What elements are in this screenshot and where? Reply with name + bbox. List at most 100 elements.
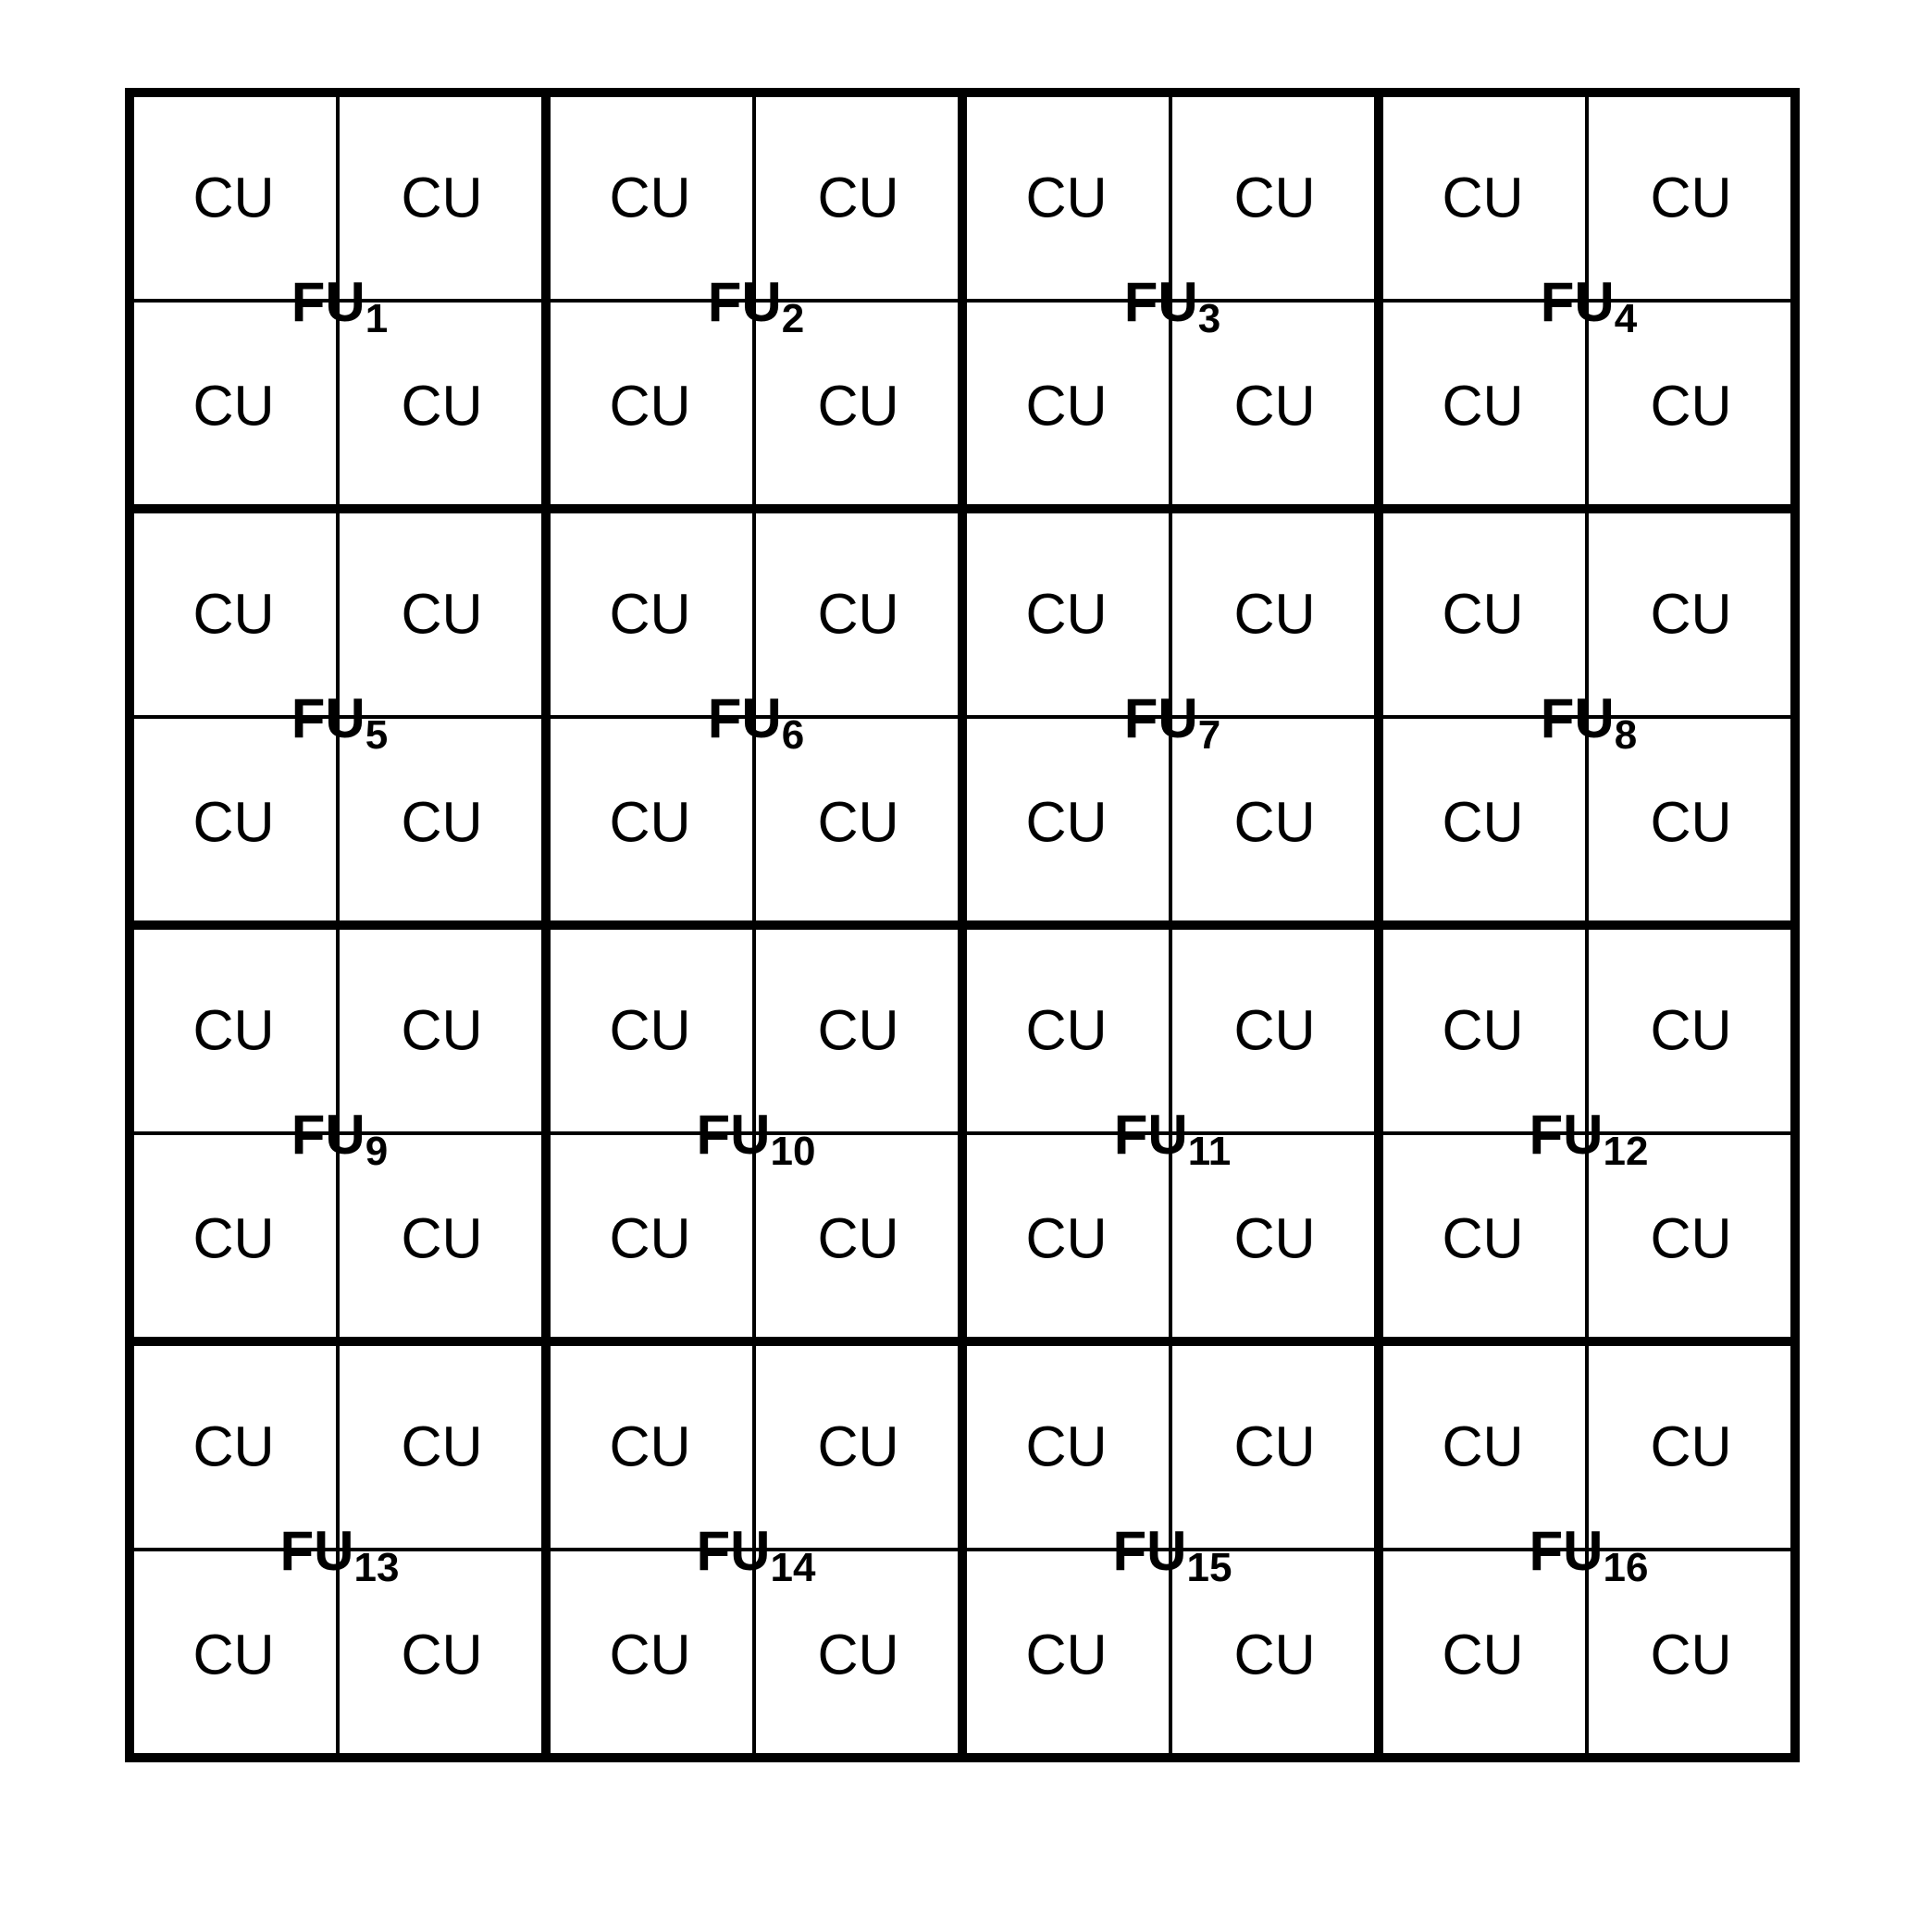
cu-label: CU: [609, 375, 690, 438]
fu-label-8: FU8: [1541, 687, 1637, 758]
cu-label: CU: [1233, 999, 1315, 1062]
cu-label: CU: [192, 167, 274, 229]
fu-divider-lines: [125, 88, 1800, 1762]
fu-label-subscript: 11: [1188, 1129, 1232, 1174]
cu-label: CU: [1650, 375, 1731, 438]
cu-label: CU: [609, 999, 690, 1062]
cu-label: CU: [1233, 375, 1315, 438]
cu-label: CU: [817, 1624, 898, 1686]
fu-label-10: FU10: [697, 1104, 816, 1174]
fu-label-main: FU: [291, 1104, 365, 1166]
fu-label-main: FU: [1113, 1520, 1187, 1582]
fu-label-7: FU7: [1124, 687, 1220, 758]
cu-label: CU: [1442, 999, 1523, 1062]
cu-label: CU: [401, 1624, 482, 1686]
fu-label-9: FU9: [291, 1104, 388, 1174]
cu-label: CU: [401, 999, 482, 1062]
cu-label: CU: [817, 1415, 898, 1478]
cu-label: CU: [609, 1207, 690, 1270]
fu-label-subscript: 2: [782, 296, 804, 341]
cu-label: CU: [192, 1415, 274, 1478]
cu-label: CU: [192, 999, 274, 1062]
fu-label-12: FU12: [1530, 1104, 1649, 1174]
fu-label-subscript: 7: [1198, 712, 1220, 758]
fu-label-main: FU: [1124, 687, 1198, 749]
fu-label-subscript: 9: [365, 1129, 388, 1174]
fu-label-subscript: 16: [1604, 1545, 1649, 1590]
fu-label-main: FU: [697, 1520, 771, 1582]
fu-label-1: FU1: [291, 271, 388, 341]
cu-label: CU: [1233, 1624, 1315, 1686]
fu-label-subscript: 1: [365, 296, 388, 341]
cu-label: CU: [817, 1207, 898, 1270]
cu-label: CU: [609, 1415, 690, 1478]
fu-label-subscript: 12: [1604, 1129, 1649, 1174]
fu-label-subscript: 6: [782, 712, 804, 758]
cu-label: CU: [1025, 1207, 1107, 1270]
cu-label: CU: [1025, 1415, 1107, 1478]
cu-label: CU: [817, 583, 898, 646]
fu-label-main: FU: [1530, 1520, 1604, 1582]
cu-label: CU: [1650, 1415, 1731, 1478]
cu-label: CU: [817, 375, 898, 438]
cu-label: CU: [817, 791, 898, 854]
fu-cu-grid-diagram: CU CU CU CU CU CU CU CU CU CU CU CU CU CU CU CU CU CU CU CU…: [125, 88, 1800, 1762]
cu-label: CU: [1442, 583, 1523, 646]
fu-label-11: FU11: [1114, 1104, 1232, 1174]
fu-label-main: FU: [697, 1104, 771, 1166]
fu-label-subscript: 5: [365, 712, 388, 758]
cu-label: CU: [192, 1207, 274, 1270]
fu-label-subscript: 15: [1187, 1545, 1232, 1590]
cu-label: CU: [192, 791, 274, 854]
cu-label: CU: [1233, 167, 1315, 229]
fu-label-4: FU4: [1541, 271, 1638, 341]
cu-label: CU: [817, 167, 898, 229]
fu-label-subscript: 3: [1198, 296, 1220, 341]
fu-label-main: FU: [280, 1520, 354, 1582]
cu-label: CU: [1025, 791, 1107, 854]
cu-label: CU: [609, 167, 690, 229]
fu-label-main: FU: [1541, 271, 1615, 333]
cu-label: CU: [401, 583, 482, 646]
fu-label-subscript: 8: [1615, 712, 1637, 758]
fu-label-subscript: 10: [771, 1129, 816, 1174]
cu-label: CU: [192, 583, 274, 646]
fu-label-main: FU: [1541, 687, 1615, 749]
cu-label: CU: [1650, 167, 1731, 229]
cu-label: CU: [1233, 791, 1315, 854]
fu-label-2: FU2: [708, 271, 804, 341]
fu-label-14: FU14: [697, 1520, 816, 1590]
cu-label: CU: [401, 1207, 482, 1270]
fu-label-main: FU: [1124, 271, 1198, 333]
fu-label-main: FU: [291, 687, 365, 749]
cu-label: CU: [1650, 791, 1731, 854]
fu-label-13: FU13: [280, 1520, 400, 1590]
cu-label: CU: [1650, 999, 1731, 1062]
cu-label: CU: [609, 791, 690, 854]
cu-label: CU: [1442, 167, 1523, 229]
cu-label: CU: [401, 167, 482, 229]
cu-label: CU: [1442, 1624, 1523, 1686]
cu-label: CU: [1650, 1624, 1731, 1686]
cu-label: CU: [1025, 375, 1107, 438]
cu-label: CU: [609, 583, 690, 646]
cu-label: CU: [1650, 1207, 1731, 1270]
fu-label-16: FU16: [1530, 1520, 1649, 1590]
cu-label: CU: [401, 375, 482, 438]
fu-label-15: FU15: [1113, 1520, 1232, 1590]
cu-label: CU: [401, 1415, 482, 1478]
fu-label-6: FU6: [708, 687, 804, 758]
fu-label-main: FU: [708, 271, 782, 333]
cu-label: CU: [1025, 583, 1107, 646]
cu-label: CU: [192, 1624, 274, 1686]
fu-label-main: FU: [291, 271, 365, 333]
cu-label: CU: [401, 791, 482, 854]
fu-label-subscript: 13: [354, 1545, 400, 1590]
cu-label: CU: [1233, 1207, 1315, 1270]
cu-label: CU: [817, 999, 898, 1062]
fu-label-main: FU: [1530, 1104, 1604, 1166]
cu-label: CU: [609, 1624, 690, 1686]
cu-label: CU: [1233, 1415, 1315, 1478]
cu-label: CU: [1025, 1624, 1107, 1686]
cu-label: CU: [1442, 1207, 1523, 1270]
